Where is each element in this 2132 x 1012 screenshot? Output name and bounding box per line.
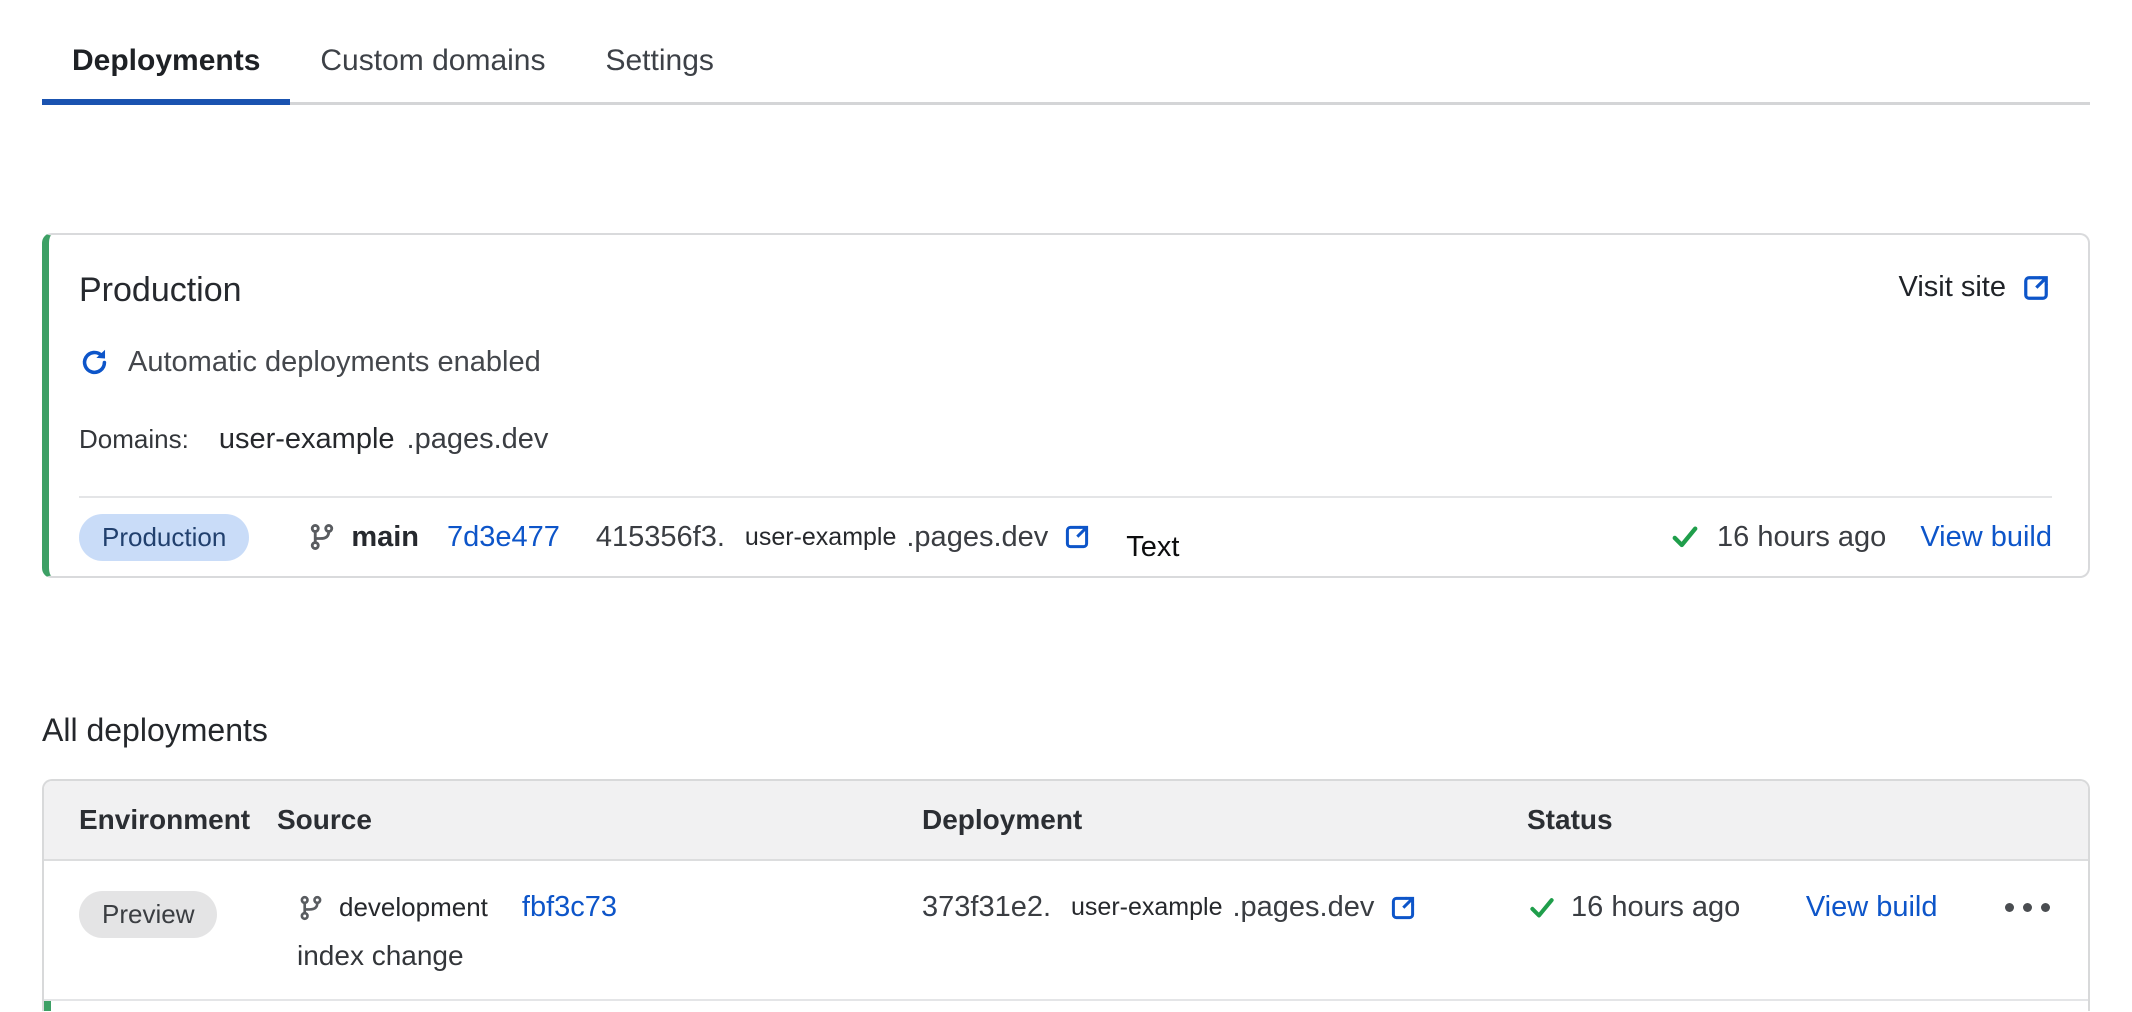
view-build-link[interactable]: View build bbox=[1920, 521, 2052, 554]
deployments-table: Environment Source Deployment Status Pre… bbox=[42, 779, 2090, 1011]
production-row-accent bbox=[44, 1001, 51, 1011]
tab-custom-domains[interactable]: Custom domains bbox=[290, 28, 575, 102]
check-icon bbox=[1669, 521, 1701, 553]
check-icon bbox=[1527, 893, 1557, 923]
refresh-icon bbox=[79, 347, 110, 378]
page: Deployments Custom domains Settings Prod… bbox=[0, 28, 2132, 1011]
production-card: Production Visit site bbox=[42, 233, 2090, 578]
git-branch-icon bbox=[297, 894, 325, 922]
column-header-deployment: Deployment bbox=[922, 804, 1527, 836]
branch-name: main bbox=[351, 521, 419, 554]
production-card-title: Production bbox=[79, 271, 242, 310]
visit-site-label: Visit site bbox=[1899, 271, 2006, 304]
auto-deploy-text: Automatic deployments enabled bbox=[128, 346, 541, 379]
commit-link[interactable]: 7d3e477 bbox=[447, 521, 560, 554]
external-link-icon[interactable] bbox=[1388, 893, 1418, 923]
production-deployment-row: Production main 7d3e477 415356f3. user-e… bbox=[49, 498, 2088, 576]
domain-suffix: .pages.dev bbox=[407, 423, 549, 456]
all-deployments-title: All deployments bbox=[42, 712, 2090, 749]
deployment-name: user-example bbox=[1071, 893, 1222, 922]
environment-badge: Preview bbox=[79, 891, 217, 938]
commit-link[interactable]: fbf3c73 bbox=[522, 891, 617, 924]
view-build-link[interactable]: View build bbox=[1806, 891, 1938, 924]
visit-site-link[interactable]: Visit site bbox=[1899, 271, 2052, 304]
tab-settings[interactable]: Settings bbox=[575, 28, 743, 102]
external-link-icon[interactable] bbox=[1062, 522, 1092, 552]
environment-badge: Production bbox=[79, 514, 249, 561]
git-branch-icon bbox=[307, 522, 337, 552]
domains-label: Domains: bbox=[79, 424, 189, 455]
column-header-status: Status bbox=[1527, 804, 2088, 836]
table-row: Preview development fbf3c73 index change bbox=[44, 861, 2088, 1001]
ellipsis-icon[interactable] bbox=[2003, 897, 2052, 918]
deployment-id: 373f31e2. bbox=[922, 891, 1051, 924]
tab-bar: Deployments Custom domains Settings bbox=[42, 28, 2090, 105]
external-link-icon bbox=[2020, 272, 2052, 304]
deployment-suffix: .pages.dev bbox=[1232, 891, 1374, 924]
column-header-source: Source bbox=[277, 804, 922, 836]
table-header-row: Environment Source Deployment Status bbox=[44, 781, 2088, 861]
deployment-suffix: .pages.dev bbox=[906, 521, 1048, 554]
deployment-name: user-example bbox=[745, 523, 896, 552]
branch-name: development bbox=[339, 892, 488, 923]
tab-deployments[interactable]: Deployments bbox=[42, 28, 290, 105]
deployment-id: 415356f3. bbox=[596, 521, 725, 554]
next-row-partial bbox=[44, 1001, 2088, 1011]
domain-name: user-example bbox=[219, 423, 395, 456]
deploy-time: 16 hours ago bbox=[1717, 521, 1886, 554]
column-header-environment: Environment bbox=[79, 804, 277, 836]
note-label: Text bbox=[1126, 531, 1179, 564]
commit-message: index change bbox=[297, 940, 922, 972]
deploy-time: 16 hours ago bbox=[1571, 891, 1740, 924]
